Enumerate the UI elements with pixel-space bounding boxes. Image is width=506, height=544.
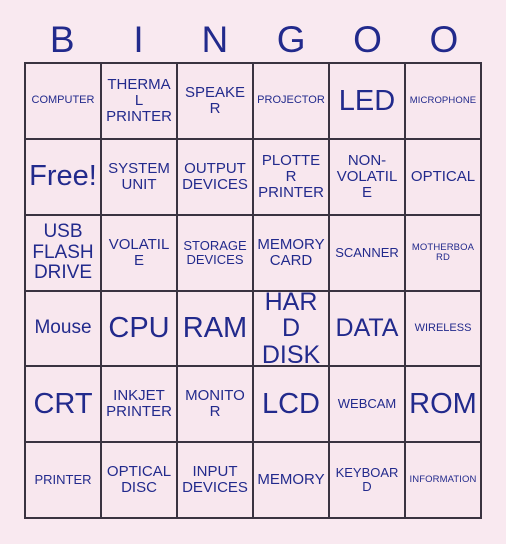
- bingo-cell-label: Mouse: [34, 317, 92, 339]
- bingo-header-letter: N: [201, 18, 229, 60]
- bingo-cell-label: PLOTTER PRINTER: [258, 151, 324, 201]
- bingo-cell-label: MOTHERBOARD: [411, 241, 475, 263]
- bingo-header-letter: B: [49, 18, 75, 60]
- bingo-cell-label: SCANNER: [335, 244, 399, 260]
- bingo-cell[interactable]: LCD: [254, 367, 330, 444]
- bingo-cell-label: NON-VOLATILE: [336, 151, 398, 201]
- bingo-cell-label: LCD: [261, 387, 320, 420]
- bingo-cell[interactable]: ROM: [406, 367, 482, 444]
- bingo-cell-label: MEMORY CARD: [257, 235, 325, 269]
- bingo-cell[interactable]: PLOTTER PRINTER: [254, 139, 330, 216]
- bingo-cell-label: COMPUTER: [31, 94, 95, 107]
- bingo-header-letter: O: [353, 18, 382, 60]
- bingo-cell[interactable]: Free!: [26, 139, 102, 216]
- bingo-cell-label: LED: [338, 84, 396, 117]
- bingo-cell[interactable]: THERMAL PRINTER: [102, 64, 178, 140]
- bingo-cell-label: KEYBOARD: [335, 465, 399, 495]
- bingo-cell-label: PROJECTOR: [257, 94, 325, 107]
- bingo-header-letter: I: [133, 18, 144, 60]
- bingo-cell[interactable]: WEBCAM: [330, 367, 406, 444]
- bingo-cell[interactable]: HARD DISK: [254, 291, 330, 368]
- bingo-card: B I N G O O COMPUTER THERMAL PRINTER SPEAKER PRO…: [0, 0, 506, 544]
- bingo-cell[interactable]: SCANNER: [330, 215, 406, 292]
- bingo-header-row: BINGOO: [24, 16, 482, 62]
- bingo-cell[interactable]: MEMORY CARD: [254, 215, 330, 292]
- bingo-cell[interactable]: NON-VOLATILE: [330, 139, 406, 216]
- bingo-cell-label: INFORMATION: [409, 474, 477, 486]
- bingo-cell[interactable]: SPEAKER: [178, 64, 254, 140]
- bingo-cell[interactable]: CRT: [26, 367, 102, 444]
- bingo-cell[interactable]: USB FLASH DRIVE: [26, 215, 102, 292]
- bingo-cell-label: WIRELESS: [414, 321, 472, 334]
- bingo-cell[interactable]: INKJET PRINTER: [102, 367, 178, 444]
- bingo-cell-label: INPUT DEVICES: [182, 463, 248, 497]
- bingo-cell-label: HARD DISK: [261, 291, 321, 368]
- bingo-cell[interactable]: DATA: [330, 291, 406, 368]
- bingo-cell[interactable]: MONITOR: [178, 367, 254, 444]
- bingo-cell[interactable]: COMPUTER: [26, 64, 102, 140]
- bingo-cell-label: Free!: [29, 160, 97, 193]
- bingo-cell-label: THERMAL PRINTER: [106, 76, 172, 125]
- bingo-header-letter: G: [276, 18, 306, 60]
- bingo-cell[interactable]: OUTPUT DEVICES: [178, 139, 254, 216]
- bingo-cell[interactable]: KEYBOARD: [330, 443, 406, 519]
- bingo-cell-label: CPU: [108, 312, 170, 345]
- bingo-cell-label: CRT: [33, 387, 93, 420]
- bingo-cell[interactable]: OPTICAL DISC: [102, 443, 178, 519]
- bingo-cell[interactable]: PROJECTOR: [254, 64, 330, 140]
- bingo-cell-label: OPTICAL DISC: [106, 463, 172, 497]
- bingo-cell[interactable]: RAM: [178, 291, 254, 368]
- bingo-cell[interactable]: VOLATILE: [102, 215, 178, 292]
- bingo-cell-label: OPTICAL: [410, 167, 476, 185]
- bingo-cell-label: SPEAKER: [184, 84, 246, 117]
- bingo-cell[interactable]: PRINTER: [26, 443, 102, 519]
- bingo-cell[interactable]: LED: [330, 64, 406, 140]
- bingo-cell[interactable]: INPUT DEVICES: [178, 443, 254, 519]
- bingo-cell[interactable]: MEMORY: [254, 443, 330, 519]
- bingo-cell[interactable]: MICROPHONE: [406, 64, 482, 140]
- bingo-cell[interactable]: Mouse: [26, 291, 102, 368]
- bingo-cell-label: STORAGE DEVICES: [183, 237, 247, 267]
- bingo-cell-label: ROM: [409, 387, 477, 420]
- bingo-cell-label: WEBCAM: [337, 396, 397, 412]
- bingo-cell[interactable]: INFORMATION: [406, 443, 482, 519]
- bingo-cell-label: MEMORY: [257, 471, 325, 489]
- bingo-cell-label: MICROPHONE: [409, 94, 477, 106]
- bingo-header-letter: O: [429, 18, 459, 60]
- bingo-cell[interactable]: MOTHERBOARD: [406, 215, 482, 292]
- bingo-cell-label: INKJET PRINTER: [106, 387, 172, 421]
- bingo-grid: COMPUTER THERMAL PRINTER SPEAKER PROJECTOR L…: [24, 62, 482, 519]
- bingo-cell-label: PRINTER: [34, 472, 92, 488]
- bingo-cell-label: USB FLASH DRIVE: [32, 221, 94, 283]
- bingo-cell[interactable]: CPU: [102, 291, 178, 368]
- bingo-cell-label: MONITOR: [185, 387, 245, 421]
- bingo-cell[interactable]: OPTICAL: [406, 139, 482, 216]
- bingo-cell-label: VOLATILE: [108, 235, 170, 269]
- bingo-cell[interactable]: SYSTEM UNIT: [102, 139, 178, 216]
- bingo-cell-label: DATA: [335, 314, 399, 343]
- bingo-cell[interactable]: WIRELESS: [406, 291, 482, 368]
- bingo-cell-label: OUTPUT DEVICES: [182, 159, 248, 193]
- bingo-cell-label: SYSTEM UNIT: [108, 159, 170, 193]
- bingo-cell[interactable]: STORAGE DEVICES: [178, 215, 254, 292]
- bingo-cell-label: RAM: [182, 312, 248, 345]
